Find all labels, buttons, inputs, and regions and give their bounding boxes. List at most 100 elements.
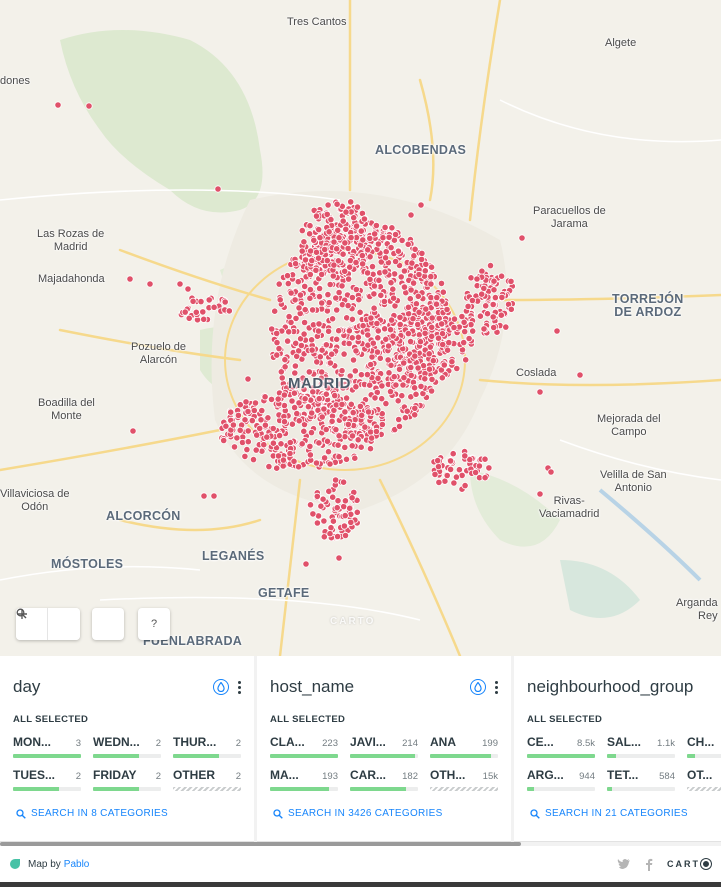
listing-point[interactable] <box>464 302 472 310</box>
listing-point[interactable] <box>287 289 295 297</box>
listing-point[interactable] <box>320 517 328 525</box>
listing-point[interactable] <box>400 283 409 291</box>
listing-point[interactable] <box>275 431 284 440</box>
listing-point[interactable] <box>364 246 372 254</box>
listing-point[interactable] <box>432 300 441 308</box>
listing-point[interactable] <box>370 304 378 312</box>
listing-point[interactable] <box>355 296 363 304</box>
listing-point[interactable] <box>416 338 425 346</box>
listing-point[interactable] <box>425 365 434 373</box>
listing-point[interactable] <box>395 365 404 373</box>
listing-point[interactable] <box>339 478 348 486</box>
listing-point[interactable] <box>342 394 351 402</box>
listing-point[interactable] <box>244 427 252 435</box>
listing-point[interactable] <box>326 530 334 538</box>
listing-point[interactable] <box>370 282 378 290</box>
listing-point[interactable] <box>396 313 404 321</box>
listing-point[interactable] <box>340 502 348 511</box>
listing-point[interactable] <box>274 452 283 460</box>
listing-point[interactable] <box>345 327 353 335</box>
listing-point[interactable] <box>400 374 408 382</box>
listing-point[interactable] <box>475 462 483 470</box>
listing-point[interactable] <box>305 230 314 238</box>
listing-point[interactable] <box>263 433 271 441</box>
listing-point[interactable] <box>300 238 308 246</box>
listing-point[interactable] <box>404 240 412 248</box>
more-options-icon[interactable] <box>237 680 241 694</box>
listing-point[interactable] <box>333 245 341 253</box>
listing-point[interactable] <box>249 455 258 464</box>
listing-point[interactable] <box>335 432 343 440</box>
listing-point[interactable] <box>553 327 561 335</box>
listing-point[interactable] <box>453 364 461 373</box>
listing-point[interactable] <box>288 397 296 405</box>
listing-point[interactable] <box>258 406 266 415</box>
listing-point[interactable] <box>536 388 544 396</box>
listing-point[interactable] <box>291 260 300 268</box>
listing-point[interactable] <box>306 270 314 279</box>
listing-point[interactable] <box>347 400 355 408</box>
listing-point[interactable] <box>316 353 324 361</box>
listing-point[interactable] <box>352 347 360 355</box>
listing-point[interactable] <box>349 356 358 364</box>
listing-point[interactable] <box>306 451 314 459</box>
listing-point[interactable] <box>462 356 470 364</box>
listing-point[interactable] <box>312 212 321 220</box>
listing-point[interactable] <box>271 307 279 315</box>
listing-point[interactable] <box>306 442 314 450</box>
listing-point[interactable] <box>283 272 292 280</box>
listing-point[interactable] <box>334 226 342 234</box>
listing-point[interactable] <box>230 443 239 451</box>
listing-point[interactable] <box>395 422 404 430</box>
listing-point[interactable] <box>357 443 365 451</box>
listing-point[interactable] <box>458 312 466 321</box>
listing-point[interactable] <box>312 248 321 256</box>
listing-point[interactable] <box>407 286 415 294</box>
listing-point[interactable] <box>481 474 489 482</box>
listing-point[interactable] <box>367 434 376 442</box>
listing-point[interactable] <box>225 307 233 315</box>
listing-point[interactable] <box>297 341 305 350</box>
listing-point[interactable] <box>290 457 298 465</box>
listing-point[interactable] <box>486 261 495 270</box>
listing-point[interactable] <box>312 266 320 274</box>
more-options-icon[interactable] <box>494 680 498 694</box>
listing-point[interactable] <box>422 305 430 313</box>
listing-point[interactable] <box>358 260 367 268</box>
listing-point[interactable] <box>315 439 323 447</box>
listing-point[interactable] <box>268 325 276 333</box>
listing-point[interactable] <box>267 395 276 403</box>
listing-point[interactable] <box>382 335 390 343</box>
listing-point[interactable] <box>410 384 419 392</box>
listing-point[interactable] <box>399 381 407 389</box>
listing-point[interactable] <box>352 258 360 267</box>
listing-point[interactable] <box>353 508 361 516</box>
listing-point[interactable] <box>176 280 184 288</box>
listing-point[interactable] <box>356 308 364 316</box>
listing-point[interactable] <box>379 234 387 242</box>
category-item[interactable]: OTH... 15k <box>430 768 498 791</box>
listing-point[interactable] <box>450 315 459 323</box>
listing-point[interactable] <box>407 211 415 219</box>
listing-point[interactable] <box>378 395 386 403</box>
listing-point[interactable] <box>129 427 137 435</box>
listing-point[interactable] <box>301 256 310 264</box>
listing-point[interactable] <box>373 319 381 328</box>
listing-point[interactable] <box>252 446 260 454</box>
listing-point[interactable] <box>478 267 486 275</box>
listing-point[interactable] <box>386 326 395 334</box>
listing-point[interactable] <box>395 415 403 424</box>
listing-point[interactable] <box>320 454 329 462</box>
listing-point[interactable] <box>446 465 455 473</box>
listing-point[interactable] <box>438 374 446 382</box>
listing-point[interactable] <box>85 102 93 110</box>
listing-point[interactable] <box>421 329 429 337</box>
listing-point[interactable] <box>321 245 329 254</box>
listing-point[interactable] <box>467 274 475 282</box>
listing-point[interactable] <box>429 357 437 365</box>
listing-point[interactable] <box>460 338 468 347</box>
listing-point[interactable] <box>376 354 384 362</box>
listing-point[interactable] <box>547 468 555 476</box>
listing-point[interactable] <box>292 314 300 322</box>
listing-point[interactable] <box>327 524 335 532</box>
